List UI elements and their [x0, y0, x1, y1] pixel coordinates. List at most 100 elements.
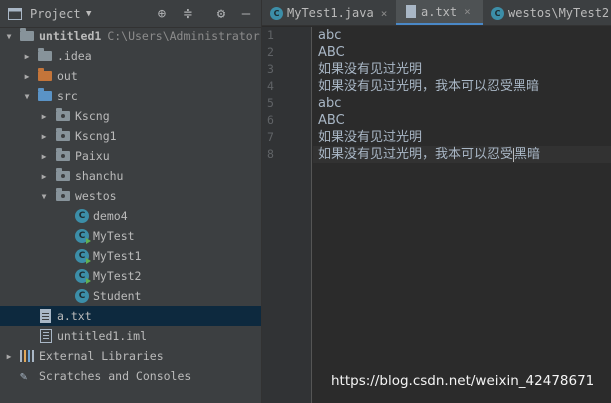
collapse-all-icon[interactable]: ≑ — [180, 6, 196, 22]
tree-item-label: untitled1.iml — [57, 329, 148, 343]
line-number: 5 — [267, 96, 274, 110]
expand-right-icon[interactable]: ▶ — [39, 106, 49, 126]
class-icon: C — [75, 289, 89, 303]
tree-item-mytest1[interactable]: C MyTest1 — [0, 246, 261, 266]
code-line[interactable]: abc — [318, 95, 341, 112]
tree-item-label: External Libraries — [39, 349, 164, 363]
add-icon[interactable]: ⊕ — [154, 6, 170, 22]
code-line[interactable]: 如果没有见过光明 — [318, 129, 422, 146]
expand-down-icon[interactable]: ▼ — [4, 26, 14, 46]
project-panel-header: Project ▼ ⊕ ≑ ⚙ — — [0, 0, 261, 28]
tab-westos-mytest2[interactable]: C westos\MyTest2.j — [491, 0, 611, 25]
class-icon: C — [75, 209, 89, 223]
scratches-icon: ✎ — [20, 369, 28, 383]
line-number: 7 — [267, 130, 274, 144]
tree-item-src[interactable]: ▼ src — [0, 86, 261, 106]
gear-icon[interactable]: ⚙ — [213, 6, 229, 22]
tree-item-label: out — [57, 69, 78, 83]
line-number: 6 — [267, 113, 274, 127]
package-icon — [56, 148, 70, 161]
expand-right-icon[interactable]: ▶ — [22, 66, 32, 86]
line-number: 2 — [267, 45, 274, 59]
tree-item-demo4[interactable]: C demo4 — [0, 206, 261, 226]
tree-item-shanchu[interactable]: ▶ shanchu — [0, 166, 261, 186]
expand-right-icon[interactable]: ▶ — [39, 166, 49, 186]
tree-item-mytest[interactable]: C MyTest — [0, 226, 261, 246]
tree-item-label: Student — [93, 289, 142, 303]
tab-mytest1-java[interactable]: C MyTest1.java × — [270, 0, 388, 25]
code-line[interactable]: ABC — [318, 44, 345, 61]
tree-item-label: westos — [75, 189, 117, 203]
libraries-icon — [20, 350, 34, 362]
tree-item-a-txt[interactable]: a.txt — [0, 306, 261, 326]
project-panel: Project ▼ ⊕ ≑ ⚙ — ▼ untitled1 C:\Users\Ad… — [0, 0, 261, 403]
tree-item-mytest2[interactable]: C MyTest2 — [0, 266, 261, 286]
tree-item-label: Kscng1 — [75, 129, 117, 143]
tree-item-label: src — [57, 89, 78, 103]
folder-icon — [20, 28, 34, 41]
tree-item-label: shanchu — [75, 169, 124, 183]
tree-item-label: MyTest — [93, 229, 135, 243]
tree-item-label: demo4 — [93, 209, 128, 223]
editor-area: C MyTest1.java × a.txt × C westos\MyTest… — [261, 0, 611, 403]
folder-icon — [38, 48, 52, 61]
tree-item-out[interactable]: ▶ out — [0, 66, 261, 86]
tree-item-westos[interactable]: ▼ westos — [0, 186, 261, 206]
tree-item-paixu[interactable]: ▶ Paixu — [0, 146, 261, 166]
class-icon: C — [270, 6, 283, 20]
tree-item-kscng[interactable]: ▶ Kscng — [0, 106, 261, 126]
expand-right-icon[interactable]: ▶ — [39, 146, 49, 166]
expand-right-icon[interactable]: ▶ — [4, 346, 14, 366]
package-icon — [56, 108, 70, 121]
code-text-after-caret: 黑暗 — [514, 147, 541, 162]
watermark: https://blog.csdn.net/weixin_42478671 — [331, 373, 595, 389]
expand-down-icon[interactable]: ▼ — [22, 86, 32, 106]
tree-item-scratches[interactable]: ✎ Scratches and Consoles — [0, 366, 261, 386]
text-file-icon — [406, 5, 416, 18]
project-view-title[interactable]: Project — [30, 0, 81, 28]
tree-item-label: MyTest2 — [93, 269, 142, 283]
excluded-folder-icon — [38, 68, 52, 81]
text-file-icon — [40, 309, 51, 323]
tree-item-label: Scratches and Consoles — [39, 369, 192, 383]
tree-item-untitled1[interactable]: ▼ untitled1 C:\Users\Administrator — [0, 26, 261, 46]
expand-right-icon[interactable]: ▶ — [22, 46, 32, 66]
tree-item-label: a.txt — [57, 309, 92, 323]
package-icon — [56, 188, 70, 201]
line-number: 1 — [267, 28, 274, 42]
code-line[interactable]: 如果没有见过光明，我本可以忍受黑暗 — [318, 78, 539, 95]
tree-item-kscng1[interactable]: ▶ Kscng1 — [0, 126, 261, 146]
tree-item-idea[interactable]: ▶ .idea — [0, 46, 261, 66]
tree-item-label: Kscng — [75, 109, 110, 123]
tree-item-label: Paixu — [75, 149, 110, 163]
close-icon[interactable]: × — [381, 7, 388, 20]
tree-item-label: untitled1 — [39, 29, 102, 43]
expand-down-icon[interactable]: ▼ — [39, 186, 49, 206]
line-number: 4 — [267, 79, 274, 93]
tree-item-label: .idea — [57, 49, 92, 63]
runnable-class-icon: C — [75, 269, 91, 284]
runnable-class-icon: C — [75, 249, 91, 264]
package-icon — [56, 168, 70, 181]
text-editor[interactable]: abc ABC 如果没有见过光明 如果没有见过光明，我本可以忍受黑暗 abc A… — [313, 27, 611, 403]
tree-item-student[interactable]: C Student — [0, 286, 261, 306]
expand-right-icon[interactable]: ▶ — [39, 126, 49, 146]
hide-panel-icon[interactable]: — — [238, 6, 254, 22]
code-line[interactable]: abc — [318, 27, 341, 44]
close-icon[interactable]: × — [464, 5, 471, 18]
project-path: C:\Users\Administrator — [107, 29, 260, 43]
line-number-gutter: 1 2 3 4 5 6 7 8 — [262, 27, 312, 403]
tree-item-untitled1-iml[interactable]: untitled1.iml — [0, 326, 261, 346]
editor-tab-bar: C MyTest1.java × a.txt × C westos\MyTest… — [262, 0, 611, 26]
project-view-dropdown-icon[interactable]: ▼ — [86, 0, 91, 28]
tab-label: MyTest1.java — [287, 6, 374, 20]
line-number: 8 — [267, 147, 274, 161]
tab-a-txt[interactable]: a.txt × — [396, 0, 483, 25]
code-line[interactable]: ABC — [318, 112, 345, 129]
code-line[interactable]: 如果没有见过光明 — [318, 61, 422, 78]
tree-item-external-libraries[interactable]: ▶ External Libraries — [0, 346, 261, 366]
tab-label: a.txt — [421, 4, 458, 19]
project-view-icon — [8, 0, 24, 28]
code-line-current[interactable]: 如果没有见过光明，我本可以忍受黑暗 — [313, 146, 611, 163]
code-text-before-caret: 如果没有见过光明，我本可以忍受 — [318, 147, 514, 162]
